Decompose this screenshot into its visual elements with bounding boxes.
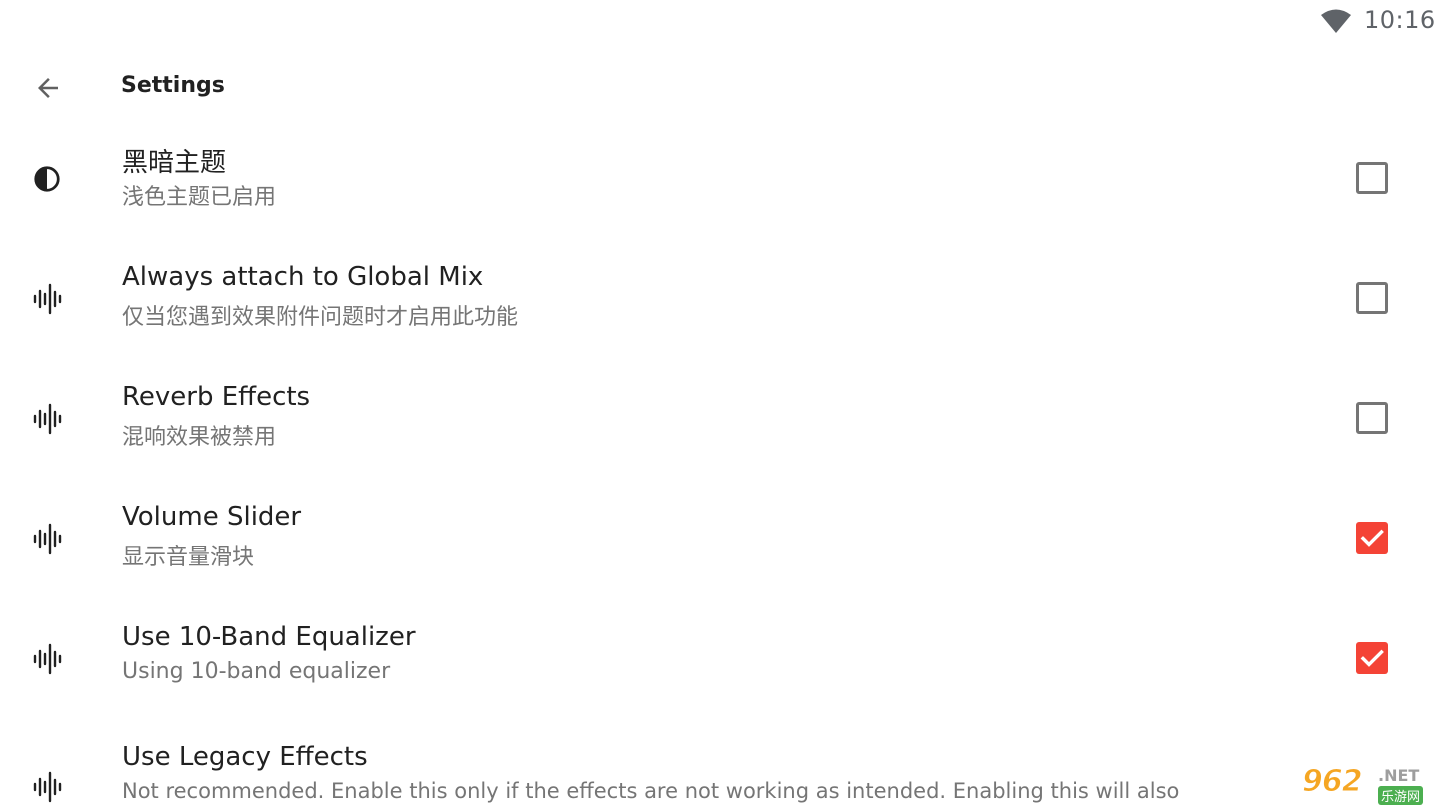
status-time: 10:16 (1364, 6, 1436, 34)
arrow-back-icon (38, 78, 58, 98)
dark-theme-checkbox[interactable] (1356, 162, 1388, 194)
setting-summary: Using 10-band equalizer (122, 659, 391, 684)
setting-title: Volume Slider (122, 502, 302, 532)
setting-title: Reverb Effects (122, 382, 311, 412)
volume-slider-checkbox[interactable] (1356, 522, 1388, 554)
setting-title: Use 10-Band Equalizer (122, 622, 416, 652)
setting-summary: 显示音量滑块 (122, 545, 255, 570)
setting-title: 黑暗主题 (122, 148, 227, 178)
status-bar: 10:16 (0, 0, 1440, 44)
setting-global-mix[interactable]: Always attach to Global Mix 仅当您遇到效果附件问题时… (0, 240, 1440, 360)
setting-summary: 仅当您遇到效果附件问题时才启用此功能 (122, 305, 519, 330)
watermark-sub: 乐游网 (1378, 786, 1424, 805)
setting-summary: 浅色主题已启用 (122, 185, 277, 210)
page-title: Settings (121, 73, 225, 98)
setting-summary: Not recommended. Enable this only if the… (122, 779, 1180, 803)
setting-summary: 混响效果被禁用 (122, 425, 277, 450)
waveform-icon (28, 400, 66, 438)
reverb-checkbox[interactable] (1356, 402, 1388, 434)
wifi-icon (1321, 9, 1351, 33)
watermark-main: 962 (1302, 764, 1364, 800)
setting-dark-theme[interactable]: 黑暗主题 浅色主题已启用 (0, 120, 1440, 240)
watermark-net: .NET (1378, 766, 1420, 785)
check-icon (1360, 649, 1384, 667)
settings-screen: 10:16 Settings 黑暗主题 浅色主题已启用 Always attac… (0, 0, 1440, 810)
toolbar: Settings (0, 56, 1440, 120)
setting-legacy-effects[interactable]: Use Legacy Effects Not recommended. Enab… (0, 720, 1440, 810)
back-button[interactable] (24, 68, 72, 108)
watermark-logo: 962 .NET 乐游网 (1300, 762, 1436, 806)
equalizer-checkbox[interactable] (1356, 642, 1388, 674)
contrast-icon (28, 160, 66, 198)
setting-reverb-effects[interactable]: Reverb Effects 混响效果被禁用 (0, 360, 1440, 480)
settings-list: 黑暗主题 浅色主题已启用 Always attach to Global Mix… (0, 120, 1440, 810)
setting-10-band-equalizer[interactable]: Use 10-Band Equalizer Using 10-band equa… (0, 600, 1440, 720)
waveform-icon (28, 768, 66, 806)
setting-volume-slider[interactable]: Volume Slider 显示音量滑块 (0, 480, 1440, 600)
waveform-icon (28, 280, 66, 318)
waveform-icon (28, 520, 66, 558)
setting-title: Always attach to Global Mix (122, 262, 484, 292)
waveform-icon (28, 640, 66, 678)
check-icon (1360, 529, 1384, 547)
setting-title: Use Legacy Effects (122, 742, 368, 772)
global-mix-checkbox[interactable] (1356, 282, 1388, 314)
